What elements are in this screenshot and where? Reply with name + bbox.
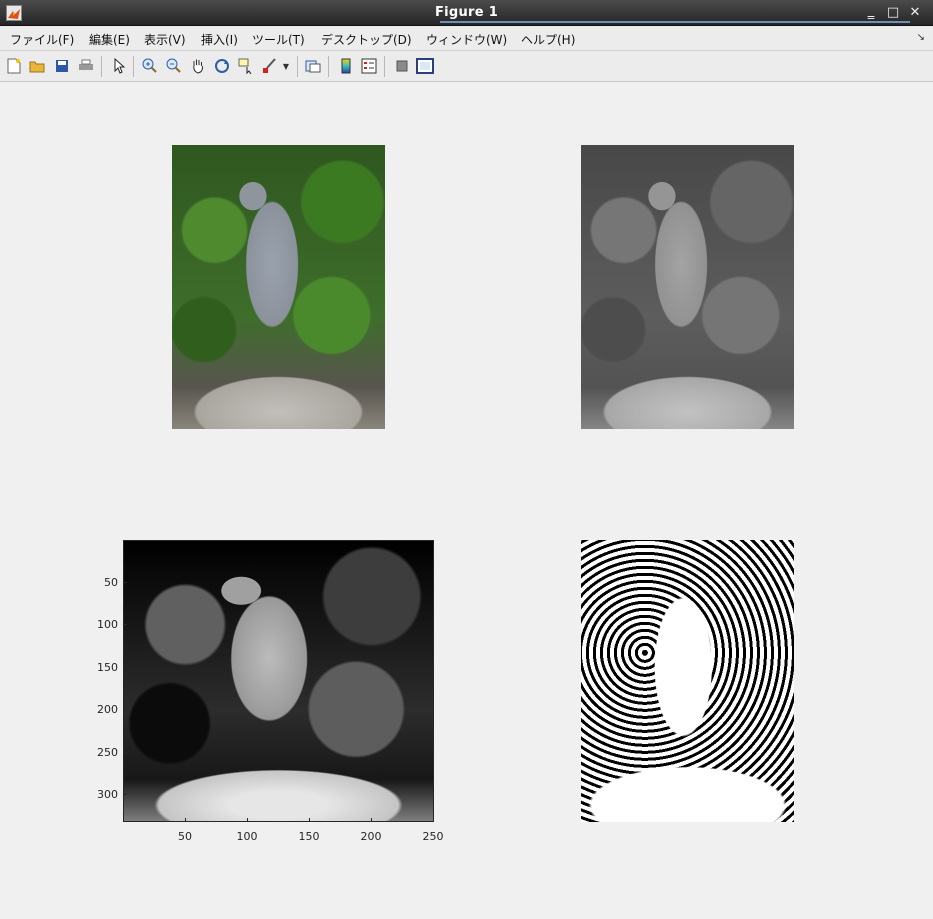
brush-icon[interactable]: [260, 57, 278, 75]
x-tick-label: 250: [422, 830, 444, 843]
hide-plot-tools-icon[interactable]: [393, 57, 411, 75]
close-button[interactable]: ✕: [905, 4, 925, 22]
y-tick-label: 50: [104, 576, 118, 589]
titlebar-accent: [440, 21, 910, 23]
print-icon[interactable]: [77, 57, 95, 75]
x-tick-mark: [371, 818, 372, 822]
original-color-image[interactable]: [172, 145, 385, 429]
maximize-button[interactable]: □: [883, 4, 903, 22]
menu-window[interactable]: ウィンドウ(W): [426, 31, 507, 48]
window-title: Figure 1: [434, 5, 499, 20]
y-tick-mark: [123, 624, 127, 625]
brush-dropdown-icon[interactable]: ▼: [280, 57, 292, 75]
edit-plot-arrow-icon[interactable]: [110, 57, 128, 75]
y-tick-label: 150: [97, 661, 118, 674]
y-tick-label: 250: [97, 746, 118, 759]
zoom-in-icon[interactable]: [141, 57, 159, 75]
y-tick-label: 200: [97, 703, 118, 716]
figure-canvas[interactable]: 50 100 150 200 250 300 50 100 150 200 25…: [0, 82, 933, 919]
x-tick-label: 200: [360, 830, 382, 843]
show-plot-tools-icon[interactable]: [416, 57, 434, 75]
y-tick-mark: [123, 794, 127, 795]
y-tick-label: 100: [97, 618, 118, 631]
y-tick-label: 300: [97, 788, 118, 801]
dock-arrow-icon[interactable]: ↘: [917, 32, 925, 43]
insert-colorbar-icon[interactable]: [337, 57, 355, 75]
toolbar-separator: [384, 56, 385, 77]
menu-bar: ファイル(F) 編集(E) 表示(V) 挿入(I) ツール(T) デスクトップ(…: [0, 26, 933, 51]
menu-tools[interactable]: ツール(T): [252, 31, 305, 48]
menu-edit[interactable]: 編集(E): [89, 31, 130, 48]
quantized-image-axes[interactable]: [123, 540, 434, 822]
save-icon[interactable]: [53, 57, 71, 75]
menu-view[interactable]: 表示(V): [144, 31, 186, 48]
insert-legend-icon[interactable]: [360, 57, 378, 75]
menu-desktop[interactable]: デスクトップ(D): [321, 31, 412, 48]
x-tick-label: 50: [178, 830, 192, 843]
x-tick-mark: [309, 818, 310, 822]
rotate-3d-icon[interactable]: [213, 57, 231, 75]
figure-toolbar: ▼: [0, 51, 933, 82]
y-tick-mark: [123, 582, 127, 583]
menu-insert[interactable]: 挿入(I): [201, 31, 238, 48]
x-tick-label: 100: [236, 830, 258, 843]
window-titlebar: Figure 1 ‗ □ ✕: [0, 0, 933, 26]
open-file-icon[interactable]: [28, 57, 46, 75]
toolbar-separator: [328, 56, 329, 77]
new-figure-icon[interactable]: [5, 57, 23, 75]
y-tick-mark: [123, 667, 127, 668]
pan-hand-icon[interactable]: [189, 57, 207, 75]
x-tick-mark: [247, 818, 248, 822]
y-tick-mark: [123, 752, 127, 753]
toolbar-separator: [133, 56, 134, 77]
toolbar-separator: [101, 56, 102, 77]
x-tick-mark: [433, 818, 434, 822]
menu-file[interactable]: ファイル(F): [10, 31, 74, 48]
minimize-button[interactable]: ‗: [861, 4, 881, 22]
link-plot-icon[interactable]: [304, 57, 322, 75]
y-tick-mark: [123, 709, 127, 710]
toolbar-separator: [297, 56, 298, 77]
data-cursor-icon[interactable]: [237, 57, 255, 75]
binary-image[interactable]: [581, 540, 794, 822]
x-tick-label: 150: [298, 830, 320, 843]
zoom-out-icon[interactable]: [165, 57, 183, 75]
grayscale-image[interactable]: [581, 145, 794, 429]
x-tick-mark: [185, 818, 186, 822]
menu-help[interactable]: ヘルプ(H): [521, 31, 575, 48]
